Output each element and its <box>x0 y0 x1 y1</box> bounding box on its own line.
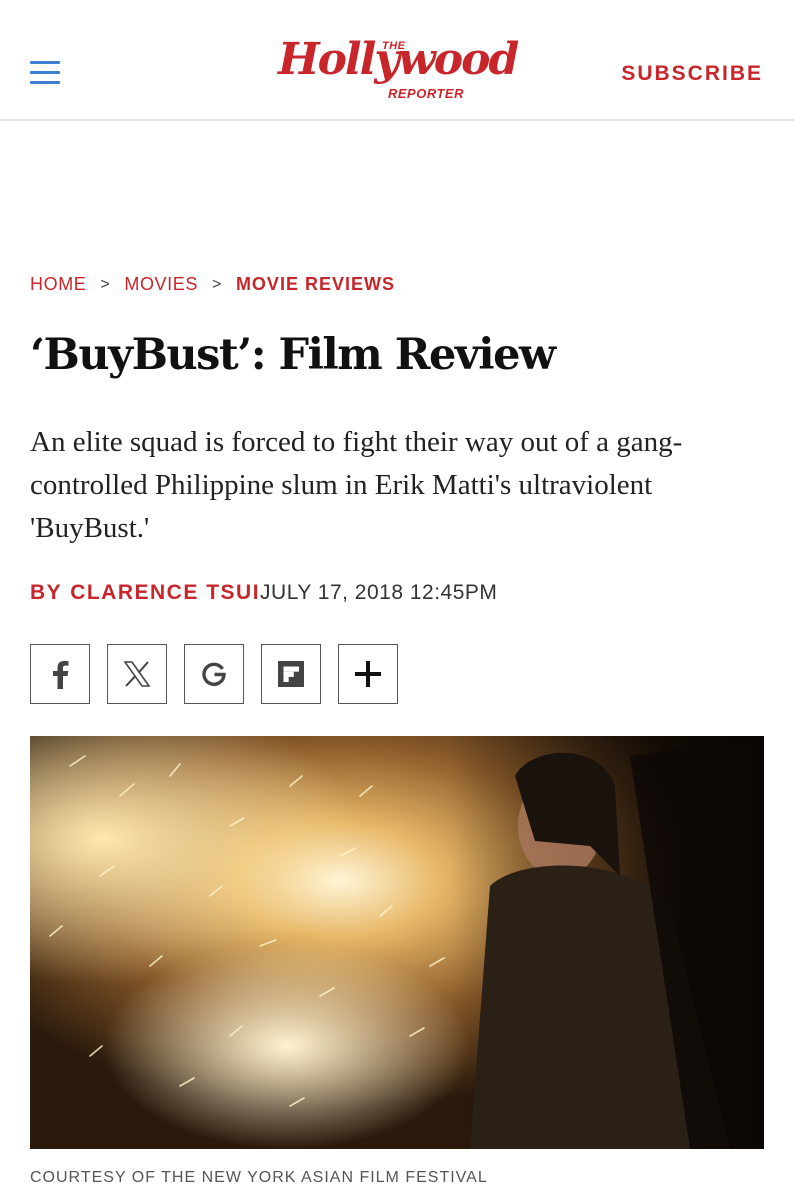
breadcrumb-separator: > <box>211 275 222 293</box>
logo-reporter: REPORTER <box>388 86 464 101</box>
byline-prefix: BY <box>30 581 63 604</box>
logo-hollywood: Hollywood <box>278 34 519 85</box>
subscribe-button[interactable]: SUBSCRIBE <box>621 62 763 86</box>
share-more-button[interactable] <box>338 644 398 704</box>
breadcrumb-home[interactable]: HOME <box>30 274 86 295</box>
x-icon <box>123 661 151 687</box>
publish-date: JULY 17, 2018 12:45PM <box>260 581 498 604</box>
share-x-button[interactable] <box>107 644 167 704</box>
google-icon <box>202 662 226 686</box>
site-header: THE Hollywood REPORTER SUBSCRIBE <box>0 0 794 121</box>
flipboard-icon <box>278 661 304 687</box>
plus-icon <box>355 661 381 687</box>
share-bar <box>30 644 415 704</box>
hamburger-menu-icon[interactable] <box>30 61 60 85</box>
site-logo[interactable]: THE Hollywood REPORTER <box>276 34 520 104</box>
breadcrumb: HOME > MOVIES > MOVIE REVIEWS <box>30 274 395 295</box>
article-dek: An elite squad is forced to fight their … <box>30 426 683 544</box>
breadcrumb-movies[interactable]: MOVIES <box>124 274 198 295</box>
breadcrumb-movie-reviews[interactable]: MOVIE REVIEWS <box>236 274 395 295</box>
share-facebook-button[interactable] <box>30 644 90 704</box>
image-caption: COURTESY OF THE NEW YORK ASIAN FILM FEST… <box>30 1169 488 1186</box>
article-title: ‘BuyBust’: Film Review <box>30 330 556 380</box>
facebook-icon <box>53 661 69 689</box>
share-flipboard-button[interactable] <box>261 644 321 704</box>
film-still-sparks-image <box>30 736 764 1149</box>
share-google-button[interactable] <box>184 644 244 704</box>
hero-image <box>30 736 764 1149</box>
breadcrumb-separator: > <box>100 275 111 293</box>
author-link[interactable]: CLARENCE TSUI <box>70 581 260 605</box>
byline: BY CLARENCE TSUI JULY 17, 2018 12:45PM <box>30 581 497 605</box>
